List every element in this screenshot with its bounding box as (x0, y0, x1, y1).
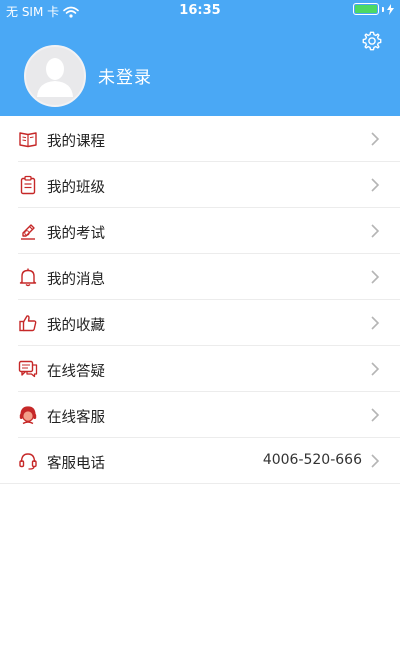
profile-header: 无 SIM 卡 16:35 未登录 (0, 0, 400, 116)
login-status-name[interactable]: 未登录 (98, 63, 152, 88)
chevron-right-icon (371, 362, 380, 376)
menu-item-label: 我的消息 (47, 272, 105, 288)
menu-item-online-service[interactable]: 在线客服 (0, 392, 400, 438)
menu-item-label: 我的课程 (47, 134, 105, 150)
battery-level (355, 5, 377, 13)
menu-item-my-messages[interactable]: 我的消息 (0, 254, 400, 300)
status-time: 16:35 (179, 3, 221, 18)
chevron-right-icon (371, 132, 380, 146)
customer-service-icon (19, 406, 37, 425)
chevron-right-icon (371, 408, 380, 422)
gear-icon[interactable] (361, 30, 383, 52)
bell-icon (19, 268, 37, 287)
charging-bolt-icon (387, 3, 394, 15)
menu-item-online-qa[interactable]: 在线答疑 (0, 346, 400, 392)
status-bar: 无 SIM 卡 16:35 (0, 0, 400, 22)
thumbs-up-icon (19, 315, 37, 332)
menu-item-label: 客服电话 (47, 456, 105, 472)
exam-pencil-icon (21, 224, 35, 240)
menu-item-label: 我的班级 (47, 180, 105, 196)
service-phone-number: 4006-520-666 (262, 452, 362, 468)
chevron-right-icon (371, 270, 380, 284)
chevron-right-icon (371, 178, 380, 192)
battery-indicator (353, 3, 379, 15)
chevron-right-icon (371, 454, 380, 468)
default-avatar-icon (37, 58, 73, 97)
avatar[interactable] (24, 45, 86, 107)
menu-item-my-favorites[interactable]: 我的收藏 (0, 300, 400, 346)
status-bar-right (353, 3, 394, 15)
menu-item-service-phone[interactable]: 客服电话 4006-520-666 (0, 438, 400, 484)
menu-item-label: 在线答疑 (47, 364, 105, 380)
headset-icon (19, 453, 37, 470)
menu-item-label: 我的考试 (47, 226, 105, 242)
book-icon (19, 132, 37, 148)
menu-list: 我的课程 我的班级 我的考试 我的消息 我的收藏 在线答疑 在线客服 客服电话 … (0, 116, 400, 484)
clipboard-icon (20, 175, 36, 195)
menu-item-my-courses[interactable]: 我的课程 (0, 116, 400, 162)
menu-item-my-exams[interactable]: 我的考试 (0, 208, 400, 254)
menu-item-label: 我的收藏 (47, 318, 105, 334)
menu-item-label: 在线客服 (47, 410, 105, 426)
chat-icon (18, 360, 38, 378)
battery-cap (382, 6, 384, 12)
chevron-right-icon (371, 224, 380, 238)
menu-item-my-class[interactable]: 我的班级 (0, 162, 400, 208)
chevron-right-icon (371, 316, 380, 330)
